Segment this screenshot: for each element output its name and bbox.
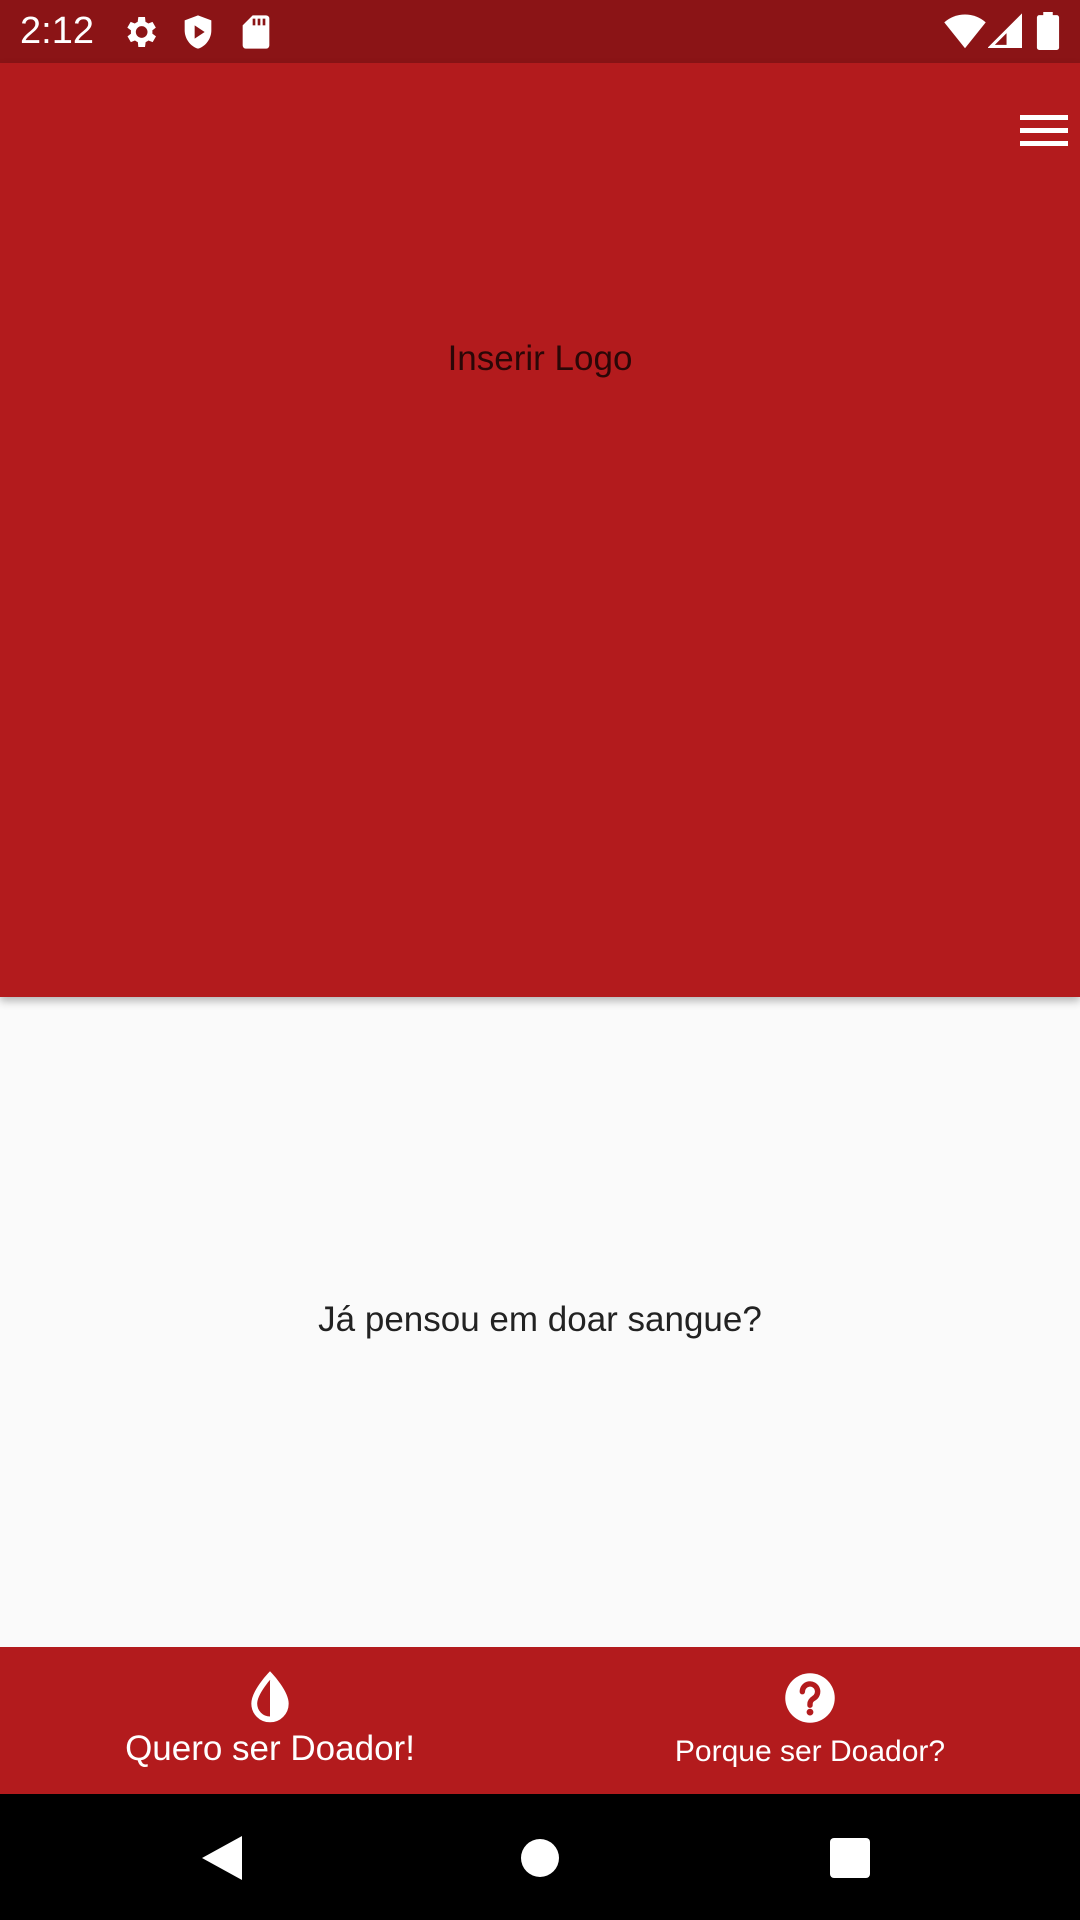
status-bar: 2:12 <box>0 0 1080 63</box>
hamburger-menu-icon[interactable] <box>1014 109 1074 153</box>
wifi-icon <box>944 14 986 49</box>
sd-card-icon <box>242 15 270 49</box>
blood-drop-icon <box>251 1671 289 1723</box>
logo-placeholder: Inserir Logo <box>447 339 633 378</box>
status-time: 2:12 <box>20 10 94 52</box>
back-icon[interactable] <box>202 1836 244 1880</box>
app-header: Inserir Logo <box>0 63 1080 997</box>
recents-icon[interactable] <box>830 1838 870 1878</box>
system-navigation-bar <box>0 1794 1080 1920</box>
help-circle-icon <box>785 1673 835 1723</box>
nav-item-why-donate[interactable]: Porque ser Doador? <box>540 1647 1080 1794</box>
shield-play-icon <box>184 15 212 49</box>
donation-prompt: Já pensou em doar sangue? <box>318 1300 762 1339</box>
gear-icon <box>127 17 156 47</box>
nav-label-donate: Quero ser Doador! <box>125 1729 415 1768</box>
home-icon[interactable] <box>520 1838 560 1878</box>
battery-icon <box>1036 12 1060 50</box>
nav-label-why-donate: Porque ser Doador? <box>674 1735 946 1768</box>
bottom-navigation: Quero ser Doador! Porque ser Doador? <box>0 1647 1080 1794</box>
signal-icon <box>988 13 1022 48</box>
nav-item-donate[interactable]: Quero ser Doador! <box>0 1647 540 1794</box>
